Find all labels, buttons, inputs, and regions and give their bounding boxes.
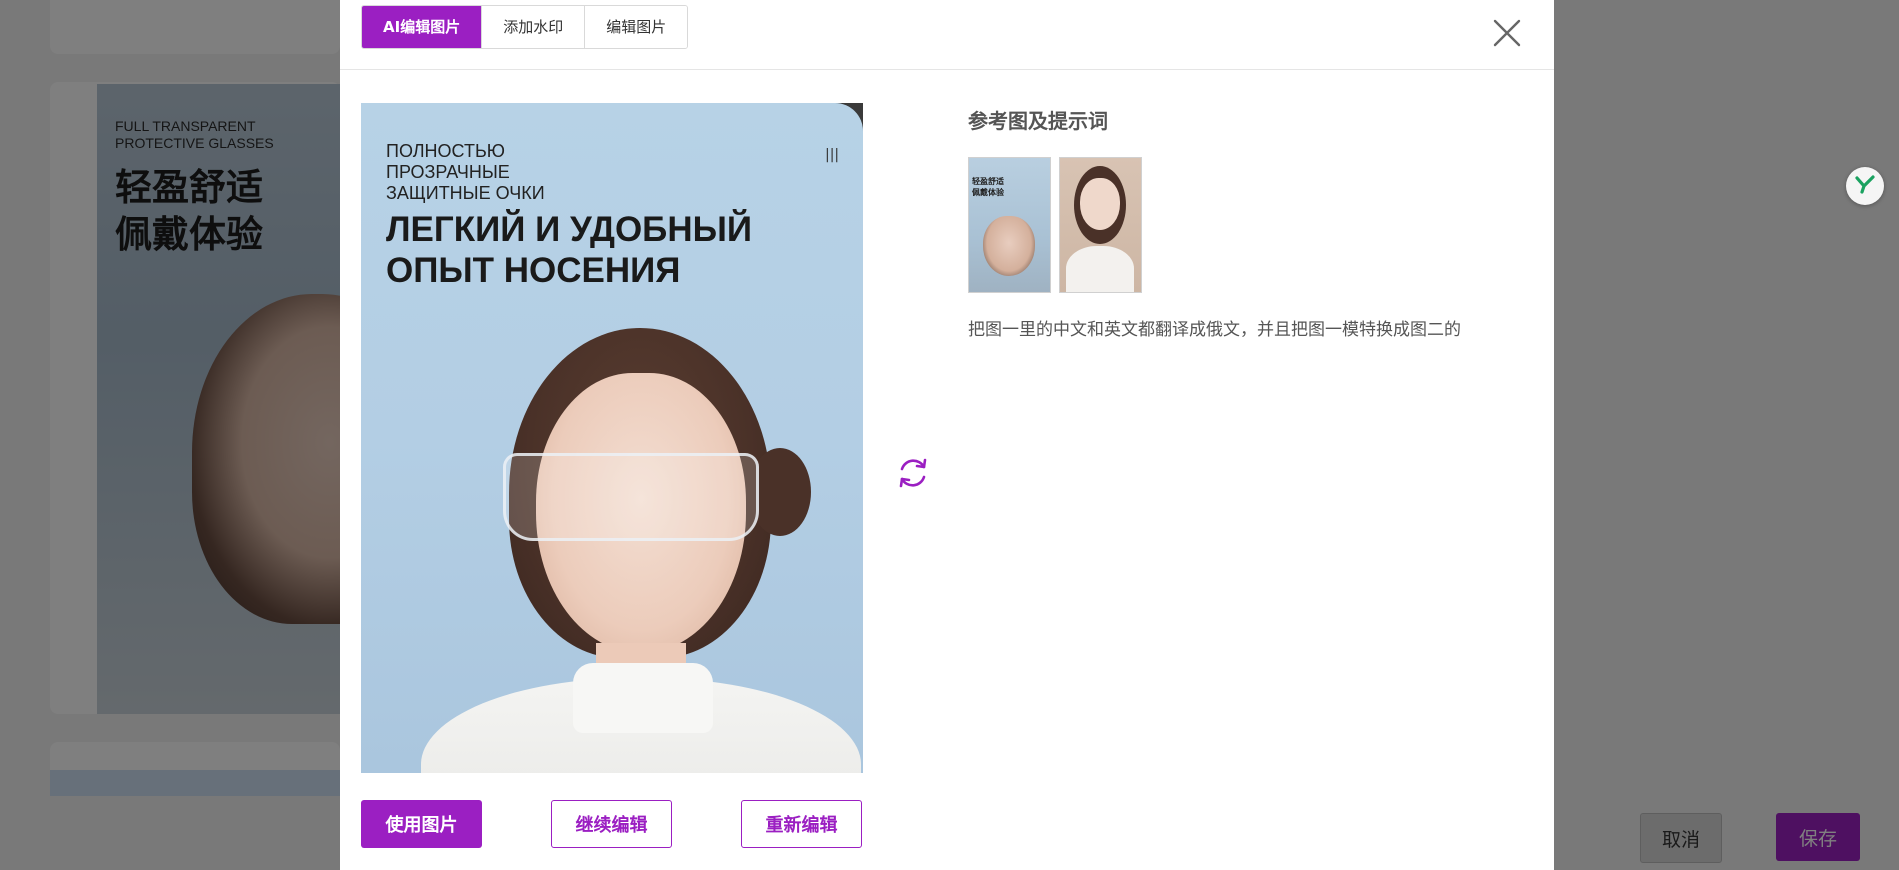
- tab-ai-edit-image[interactable]: AI编辑图片: [362, 6, 482, 48]
- thumbnail-1-text: 轻盈舒适 佩戴体验: [972, 176, 1004, 198]
- ai-edit-dialog: AI编辑图片 添加水印 编辑图片 ПОЛНОСТЬЮ ПРОЗРАЧНЫЕ ЗА…: [340, 0, 1554, 870]
- result-image: ПОЛНОСТЬЮ ПРОЗРАЧНЫЕ ЗАЩИТНЫЕ ОЧКИ ||| Л…: [361, 103, 863, 773]
- thumbnail-2-face: [1080, 178, 1120, 230]
- poster-headline-line2: ОПЫТ НОСЕНИЯ: [386, 251, 681, 290]
- tab-edit-image[interactable]: 编辑图片: [584, 6, 688, 48]
- poster-corner-mark: |||: [825, 147, 840, 163]
- header-divider: [340, 69, 1554, 70]
- poster-subtitle: ПОЛНОСТЬЮ ПРОЗРАЧНЫЕ ЗАЩИТНЫЕ ОЧКИ: [386, 141, 606, 204]
- thumbnail-2-sweater: [1066, 246, 1134, 292]
- background-save-button: 保存: [1776, 813, 1860, 861]
- thumbnail-1-text-line1: 轻盈舒适: [972, 177, 1004, 186]
- reference-title: 参考图及提示词: [968, 109, 1108, 133]
- re-edit-button[interactable]: 重新编辑: [741, 800, 862, 848]
- poster-headline-line1: ЛЕГКИЙ И УДОБНЫЙ: [386, 210, 753, 249]
- thumbnail-1-model: [983, 216, 1035, 276]
- prompt-text: 把图一里的中文和英文都翻译成俄文，并且把图一模特换成图二的: [968, 320, 1461, 340]
- model-turtleneck: [573, 663, 713, 733]
- use-image-button[interactable]: 使用图片: [361, 800, 482, 848]
- continue-edit-button[interactable]: 继续编辑: [551, 800, 672, 848]
- close-button[interactable]: [1490, 16, 1524, 50]
- result-poster: ПОЛНОСТЬЮ ПРОЗРАЧНЫЕ ЗАЩИТНЫЕ ОЧКИ ||| Л…: [361, 103, 863, 773]
- poster-subtitle-line1: ПОЛНОСТЬЮ: [386, 141, 505, 161]
- close-icon: [1490, 19, 1524, 54]
- tab-add-watermark[interactable]: 添加水印: [481, 6, 585, 48]
- poster-subtitle-line3: ЗАЩИТНЫЕ ОЧКИ: [386, 183, 545, 203]
- poster-subtitle-line2: ПРОЗРАЧНЫЕ: [386, 162, 510, 182]
- refresh-button[interactable]: [895, 455, 931, 491]
- side-assistant-button[interactable]: [1846, 167, 1884, 205]
- reference-thumbnail-1[interactable]: 轻盈舒适 佩戴体验: [968, 157, 1051, 293]
- reference-thumbnail-2[interactable]: [1059, 157, 1142, 293]
- y-logo-icon: [1854, 173, 1876, 199]
- thumbnail-1-text-line2: 佩戴体验: [972, 188, 1004, 197]
- dialog-tabs: AI编辑图片 添加水印 编辑图片: [361, 5, 689, 49]
- refresh-icon: [895, 458, 931, 495]
- background-cancel-button: 取消: [1640, 813, 1722, 863]
- poster-headline: ЛЕГКИЙ И УДОБНЫЙ ОПЫТ НОСЕНИЯ: [386, 209, 846, 291]
- model-glasses: [503, 453, 759, 541]
